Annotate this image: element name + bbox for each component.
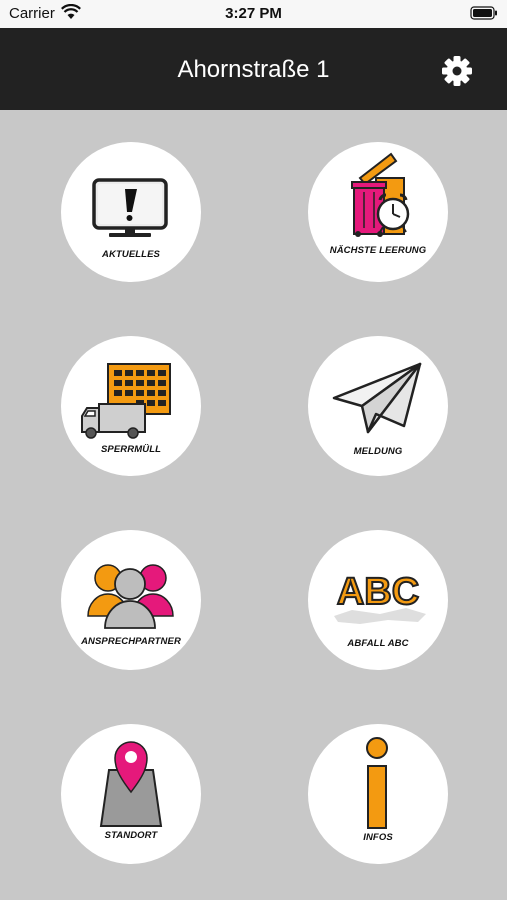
tile-infos[interactable]: INFOS <box>308 724 448 864</box>
tile-ansprechpartner[interactable]: ANSPRECHPARTNER <box>61 530 201 670</box>
tile-label: STANDORT <box>104 830 158 841</box>
tile-label: INFOS <box>363 832 393 843</box>
gear-icon[interactable] <box>440 54 474 88</box>
tile-label: ANSPRECHPARTNER <box>81 636 181 647</box>
tile-standort[interactable]: STANDORT <box>61 724 201 864</box>
tile-sperrmuell[interactable]: SPERRMÜLL <box>61 336 201 476</box>
tile-label: SPERRMÜLL <box>100 444 161 455</box>
tile-label: ABFALL ABC <box>347 638 409 649</box>
contacts-icon <box>87 564 174 629</box>
abc-icon-text: ABC <box>337 571 419 613</box>
header-bar: Ahornstraße 1 <box>0 28 507 110</box>
tile-abfall-abc[interactable]: ABC ABFALL ABC <box>308 530 448 670</box>
status-bar: Carrier 3:27 PM <box>0 0 507 28</box>
page-title: Ahornstraße 1 <box>177 56 330 83</box>
battery-icon <box>470 6 497 20</box>
tile-aktuelles[interactable]: AKTUELLES <box>61 142 201 282</box>
tile-label: MELDUNG <box>353 446 403 457</box>
abc-icon: ABC <box>334 570 426 624</box>
clock: 3:27 PM <box>225 5 282 22</box>
tile-label: AKTUELLES <box>102 249 160 260</box>
tile-label: NÄCHSTE LEERUNG <box>329 245 427 256</box>
monitor-alert-icon <box>92 178 168 237</box>
tile-meldung[interactable]: MELDUNG <box>308 336 448 476</box>
truck-calendar-icon <box>81 363 171 439</box>
tile-naechste-leerung[interactable]: NÄCHSTE LEERUNG <box>308 142 448 282</box>
bin-alarm-clock-icon <box>351 152 410 237</box>
location-pin-icon <box>99 741 163 827</box>
info-icon <box>366 737 388 829</box>
